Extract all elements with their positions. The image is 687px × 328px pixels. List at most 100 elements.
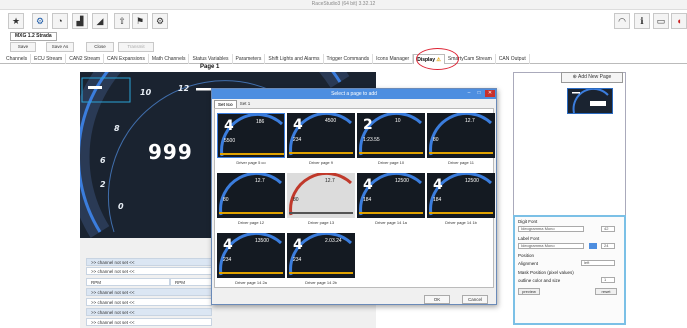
tab-status-variables[interactable]: Status Variables — [189, 54, 233, 64]
preview-value: 234 — [223, 257, 232, 263]
tab-can-output[interactable]: CAN Output — [496, 54, 530, 64]
tab-shift-lights[interactable]: Shift Lights and Alarms — [265, 54, 324, 64]
cancel-button[interactable]: Cancel — [462, 295, 488, 304]
save-button[interactable]: Save — [10, 42, 36, 52]
star-icon[interactable]: ★ — [8, 13, 24, 29]
select-page-dialog: Select a page to add – □ ✕ Set Ico Set 1… — [211, 88, 497, 305]
channel-rpm-left[interactable]: RPM — [86, 278, 170, 286]
gauge-label: 12 — [178, 84, 190, 93]
tab-trigger-commands[interactable]: Trigger Commands — [324, 54, 374, 64]
preview-value: 186 — [256, 119, 265, 125]
alignment-label: Alignment — [518, 261, 539, 266]
save-as-button[interactable]: Save As — [46, 42, 74, 52]
dialog-titlebar: Select a page to add – □ ✕ — [212, 89, 496, 99]
tab-parameters[interactable]: Parameters — [233, 54, 266, 64]
flag-icon[interactable]: ⚑ — [132, 13, 148, 29]
page-template-card[interactable]: 80 12.7 Driver page 13 — [287, 173, 355, 227]
label-color-swatch[interactable] — [589, 243, 597, 249]
channel-rpm-right[interactable]: RPM — [170, 278, 212, 286]
add-page-icon: ⊕ — [572, 74, 577, 80]
page-template-caption: Driver page 5 co — [236, 160, 266, 165]
dash-big-value: 999 — [148, 140, 193, 164]
close-icon[interactable]: ✕ — [485, 90, 495, 97]
tab-set-1[interactable]: Set 1 — [237, 100, 254, 108]
page-preview-image: 4 234 2.03.24 — [287, 233, 355, 278]
preview-gauge-graphic — [429, 113, 493, 156]
transmit-button[interactable]: Transmit — [118, 42, 154, 52]
preview-button[interactable]: preview — [518, 288, 540, 295]
page-template-card[interactable]: 4 184 12500 Driver page 14 1b — [427, 173, 495, 227]
wrench-icon[interactable]: ⚙ — [32, 13, 48, 29]
add-new-page-button[interactable]: ⊕ Add New Page — [561, 72, 623, 83]
outline-size-input[interactable]: 1 — [601, 277, 615, 283]
page-thumbnail[interactable] — [567, 87, 613, 114]
page-template-caption: Driver page 14 1b — [445, 220, 477, 225]
preview-value: 12500 — [465, 178, 479, 184]
page-preview-image: 4 234 4500 — [287, 113, 355, 158]
upload-icon[interactable]: ⇧ — [114, 13, 130, 29]
reset-button[interactable]: reset — [595, 288, 617, 295]
position-label: Position — [518, 253, 535, 258]
maximize-icon[interactable]: □ — [474, 90, 484, 97]
label-size-input[interactable]: 24 — [601, 243, 615, 249]
preview-value: 80 — [293, 197, 299, 203]
window-title: RaceStudio3 (64 bit) 3.32.12 — [311, 1, 376, 7]
label-font-select[interactable]: Ideogramma Mono — [518, 243, 584, 249]
tab-channels[interactable]: Channels — [3, 54, 32, 64]
info-icon[interactable]: ℹ — [634, 13, 650, 29]
outline-label: outline color and size — [518, 278, 561, 283]
preview-value: 80 — [433, 137, 439, 143]
dialog-title: Select a page to add — [331, 91, 377, 97]
page-template-card[interactable]: 4 234 13500 Driver page 14 2a — [217, 233, 285, 287]
document-tab[interactable]: MXG 1.2 Strada — [10, 32, 57, 41]
page-preview-image: 2 1:23.55 10 — [357, 113, 425, 158]
speedometer-icon[interactable]: ◔ — [52, 13, 68, 29]
tab-icons-manager[interactable]: Icons Manager — [373, 54, 414, 64]
preview-value: 12500 — [395, 178, 409, 184]
main-toolbar: ★ ⚙ ◔ ▟ ◢ ⇧ ⚑ ⚙ ◠ ℹ ▭ ◖ — [0, 10, 687, 32]
channel-slot[interactable]: >> channel not set << — [86, 267, 212, 275]
channel-slot[interactable]: >> channel not set << — [86, 288, 212, 296]
chart-icon[interactable]: ▟ — [72, 13, 88, 29]
page-template-card[interactable]: 4 234 2.03.24 Driver page 14 2b — [287, 233, 355, 287]
alignment-select[interactable]: left — [581, 260, 615, 266]
page-template-card[interactable]: 80 12.7 Driver page 12 — [217, 173, 285, 227]
transmit-icon[interactable]: ◢ — [92, 13, 108, 29]
page-grid: 4 5500 186 Driver page 5 co 4 234 4500 Driver p… — [214, 108, 495, 288]
preview-value: 10 — [395, 118, 401, 124]
gauge-label: 2 — [100, 180, 106, 189]
brand-logo-icon: ◖ — [671, 13, 687, 29]
hdd-icon[interactable]: ▭ — [653, 13, 669, 29]
page-template-card[interactable]: 4 184 12500 Driver page 14 1a — [357, 173, 425, 227]
close-button[interactable]: Close — [86, 42, 114, 52]
page-preview-image: 4 184 12500 — [357, 173, 425, 218]
label-font-label: Label Font — [518, 236, 540, 241]
page-template-caption: Driver page 14 1a — [375, 220, 407, 225]
page-preview-image: 4 234 13500 — [217, 233, 285, 278]
page-template-caption: Driver page 11 — [448, 160, 474, 165]
digit-font-select[interactable]: Ideogramma Mono — [518, 226, 584, 232]
channel-slot[interactable]: >> channel not set << — [86, 258, 212, 266]
page-template-caption: Driver page 12 — [237, 220, 265, 225]
preview-gauge-graphic — [219, 173, 283, 216]
page-template-card[interactable]: 2 1:23.55 10 Driver page 10 — [357, 113, 425, 167]
ok-button[interactable]: OK — [424, 295, 450, 304]
tab-ecu-stream[interactable]: ECU Stream — [31, 54, 67, 64]
channel-slot[interactable]: >> channel not set << — [86, 298, 212, 306]
tab-math-channels[interactable]: Math Channels — [149, 54, 190, 64]
page-template-card[interactable]: 4 5500 186 Driver page 5 co — [217, 113, 285, 167]
set-tabs: Set Ico Set 1 — [214, 100, 253, 108]
tab-set-ico[interactable]: Set Ico — [214, 100, 237, 108]
digit-size-input[interactable]: 42 — [601, 226, 615, 232]
tab-can2-stream[interactable]: CAN2 Stream — [66, 54, 105, 64]
preview-gear-value: 4 — [223, 237, 233, 253]
channel-slot[interactable]: >> channel not set << — [86, 308, 212, 316]
minimize-icon[interactable]: – — [464, 90, 474, 97]
page-template-card[interactable]: 4 234 4500 Driver page 9 — [287, 113, 355, 167]
tab-can-expansions[interactable]: CAN Expansions — [104, 54, 149, 64]
page-preview-image: 4 184 12500 — [427, 173, 495, 218]
settings-icon[interactable]: ⚙ — [152, 13, 168, 29]
page-template-card[interactable]: 80 12.7 Driver page 11 — [427, 113, 495, 167]
wifi-icon[interactable]: ◠ — [614, 13, 630, 29]
channel-slot[interactable]: >> channel not set << — [86, 318, 212, 326]
